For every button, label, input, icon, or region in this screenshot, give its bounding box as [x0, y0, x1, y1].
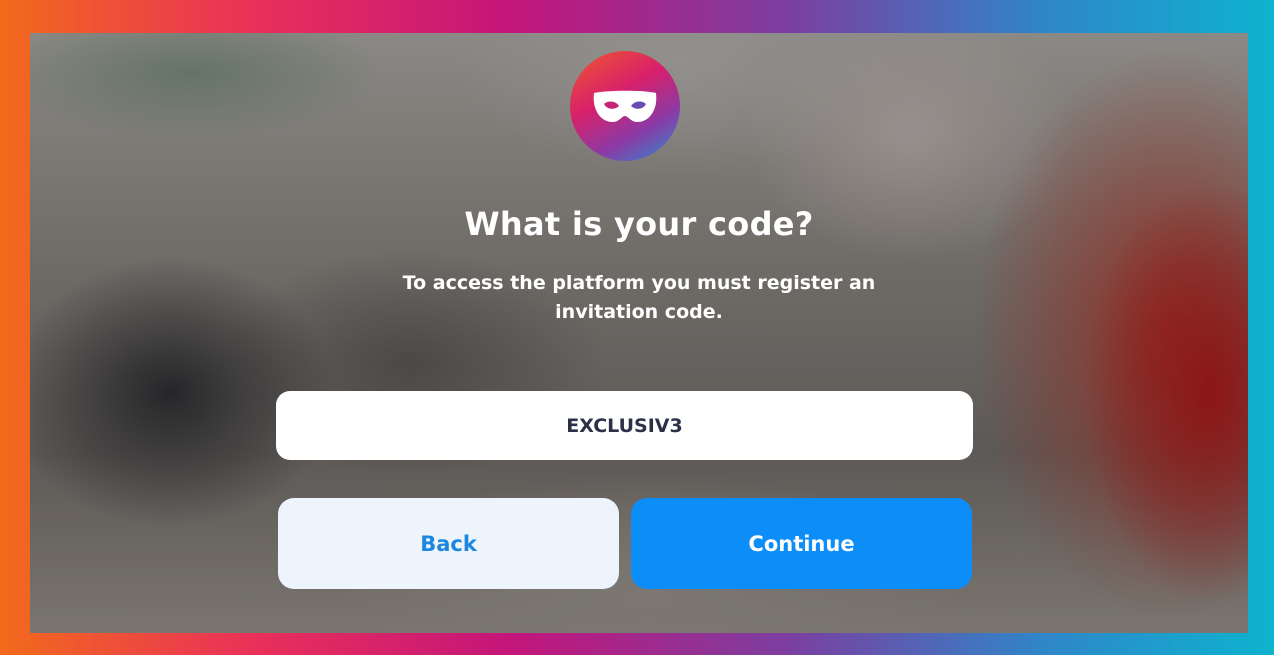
app-logo	[570, 51, 680, 161]
page-description: To access the platform you must register…	[30, 269, 1248, 327]
description-line: To access the platform you must register…	[402, 272, 876, 294]
mask-icon	[593, 90, 657, 122]
invitation-code-screen: What is your code? To access the platfor…	[30, 33, 1248, 633]
back-button[interactable]: Back	[278, 498, 619, 589]
description-line: invitation code.	[555, 301, 723, 323]
invitation-code-input[interactable]	[276, 391, 973, 460]
continue-button[interactable]: Continue	[631, 498, 972, 589]
page-title: What is your code?	[464, 205, 814, 243]
